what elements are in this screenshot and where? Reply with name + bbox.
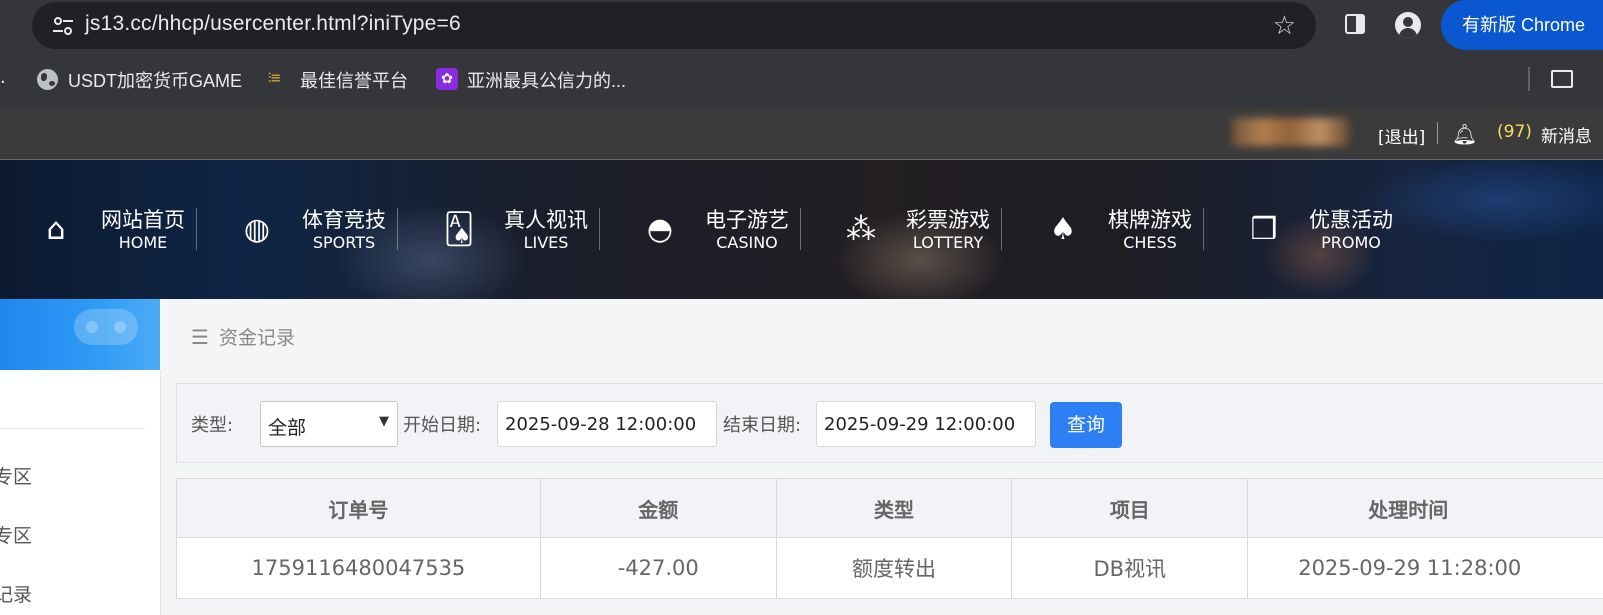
nav-label-en: SPORTS (312, 233, 376, 252)
cell-time: 2025-09-29 11:28:00 (1247, 537, 1603, 599)
cell-amount: -427.00 (539, 537, 777, 599)
cell-order-no: 1759116480047535 (176, 537, 541, 599)
nav-label-cn: 体育竞技 (302, 208, 386, 232)
query-button[interactable]: 查询 (1050, 402, 1122, 448)
nav-label-en: LOTTERY (912, 233, 984, 252)
start-date-input[interactable]: 2025-09-28 12:00:00 (497, 401, 717, 447)
topbar-divider (1437, 122, 1438, 144)
bookmark-fragment[interactable]: . (0, 67, 6, 88)
lottery-balls-icon: ⁂ (846, 212, 876, 247)
nav-divider (800, 208, 801, 250)
site-topbar: [退出] 🔔︎ (97) 新消息 (0, 108, 1603, 160)
nav-divider (397, 208, 398, 250)
cell-type: 额度转出 (775, 537, 1013, 599)
bookmarks-separator (1528, 67, 1530, 91)
nav-divider (196, 208, 197, 250)
favicon-gold: ⫶≡ (268, 71, 281, 86)
column-header-item: 项目 (1011, 478, 1249, 538)
table-header-row: 订单号 金额 类型 项目 处理时间 (176, 478, 1603, 538)
url-text[interactable]: js13.cc/hhcp/usercenter.html?iniType=6 (85, 12, 461, 36)
breadcrumb: ☰ 资金记录 (191, 323, 295, 350)
type-select-value: 全部 (268, 417, 307, 439)
type-label: 类型: (191, 415, 234, 436)
nav-label-en: PROMO (1321, 233, 1381, 252)
username-redacted (1232, 118, 1350, 146)
nav-sports[interactable]: ◍ 体育竞技 SPORTS (219, 160, 419, 299)
home-icon: ⌂ (46, 212, 66, 247)
nav-label-cn: 棋牌游戏 (1108, 208, 1192, 232)
sidebar-item-zone-1[interactable]: 专区 (0, 462, 32, 489)
main-content: ☰ 资金记录 类型: 全部 ▼ 开始日期: 2025-09-28 12:00:00… (161, 299, 1603, 615)
messages-link[interactable]: 新消息 (1541, 122, 1592, 147)
table-row: 1759116480047535 -427.00 额度转出 DB视讯 2025-… (176, 537, 1603, 599)
page-title: 资金记录 (218, 327, 295, 349)
sidebar-banner (0, 299, 160, 370)
sidebar-item-records[interactable]: 记录 (0, 580, 32, 607)
column-header-order-no: 订单号 (176, 478, 541, 538)
bookmark-star-icon[interactable]: ☆ (1273, 11, 1296, 41)
filter-bar: 类型: 全部 ▼ 开始日期: 2025-09-28 12:00:00 结束日期:… (176, 383, 1603, 463)
nav-promo[interactable]: ❒ 优惠活动 PROMO (1226, 160, 1426, 299)
column-header-type: 类型 (775, 478, 1013, 538)
nav-lives[interactable]: 🂡 真人视讯 LIVES (421, 160, 621, 299)
nav-label-en: HOME (118, 233, 168, 252)
nav-label-en: CASINO (716, 233, 778, 252)
nav-label-cn: 真人视讯 (504, 208, 588, 232)
ball-icon: ◍ (243, 212, 271, 247)
nav-chess[interactable]: ♠ 棋牌游戏 CHESS (1025, 160, 1225, 299)
gamepad-icon (74, 309, 138, 345)
bookmarks-bar: . USDT加密货币GAME ⫶≡ 最佳信誉平台 ✿ 亚洲最具公信力的... (0, 52, 1603, 108)
sidebar-item-zone-2[interactable]: 专区 (0, 521, 32, 548)
chevron-down-icon: ▼ (379, 414, 389, 429)
end-date-input[interactable]: 2025-09-29 12:00:00 (816, 401, 1036, 447)
type-select[interactable]: 全部 ▼ (260, 401, 398, 447)
spade-icon: ♠ (1049, 212, 1077, 247)
end-date-value: 2025-09-29 12:00:00 (824, 414, 1016, 435)
browser-toolbar: js13.cc/hhcp/usercenter.html?iniType=6 ☆… (0, 0, 1603, 52)
sidebar-divider (0, 428, 145, 429)
nav-divider (1203, 208, 1204, 250)
side-panel-icon[interactable] (1345, 14, 1365, 34)
nav-label-en: LIVES (523, 233, 569, 252)
roulette-icon: ◓ (646, 212, 674, 247)
bell-icon[interactable]: 🔔︎ (1452, 122, 1477, 146)
cards-icon: 🂡 (443, 212, 475, 247)
logout-link[interactable]: [退出] (1378, 123, 1425, 148)
bookmark-usdt[interactable]: USDT加密货币GAME (68, 67, 242, 93)
end-date-label: 结束日期: (723, 415, 802, 436)
nav-label-cn: 优惠活动 (1309, 208, 1393, 232)
sidebar: 专区 专区 记录 (0, 370, 161, 615)
bookmark-best-platform[interactable]: 最佳信誉平台 (300, 67, 408, 93)
message-count[interactable]: (97) (1497, 122, 1532, 142)
nav-lottery[interactable]: ⁂ 彩票游戏 LOTTERY (823, 160, 1023, 299)
bookmark-asia[interactable]: 亚洲最具公信力的... (467, 67, 626, 93)
cell-item: DB视讯 (1011, 537, 1249, 599)
main-nav: ⌂ 网站首页 HOME ◍ 体育竞技 SPORTS 🂡 真人视讯 LIVES ◓… (0, 160, 1603, 299)
globe-icon (37, 69, 58, 90)
nav-label-cn: 网站首页 (101, 208, 185, 232)
nav-label-en: CHESS (1123, 233, 1177, 252)
records-table: 订单号 金额 类型 项目 处理时间 1759116480047535 -427.… (176, 478, 1603, 599)
nav-home[interactable]: ⌂ 网站首页 HOME (18, 160, 218, 299)
folder-icon[interactable] (1551, 70, 1573, 88)
start-date-value: 2025-09-28 12:00:00 (505, 414, 697, 435)
profile-icon[interactable] (1395, 12, 1421, 38)
menu-icon[interactable]: ☰ (191, 325, 209, 349)
gift-icon: ❒ (1250, 212, 1278, 247)
site-info-icon[interactable] (52, 16, 74, 36)
nav-divider (599, 208, 600, 250)
nav-divider (1001, 208, 1002, 250)
column-header-time: 处理时间 (1247, 478, 1603, 538)
start-date-label: 开始日期: (403, 415, 482, 436)
address-bar[interactable]: js13.cc/hhcp/usercenter.html?iniType=6 ☆ (32, 2, 1316, 49)
chrome-update-button[interactable]: 有新版 Chrome (1441, 0, 1603, 50)
nav-label-cn: 电子游艺 (705, 208, 789, 232)
nav-casino[interactable]: ◓ 电子游艺 CASINO (622, 160, 822, 299)
nav-label-cn: 彩票游戏 (906, 208, 990, 232)
favicon-purple: ✿ (436, 68, 458, 90)
column-header-amount: 金额 (539, 478, 777, 538)
